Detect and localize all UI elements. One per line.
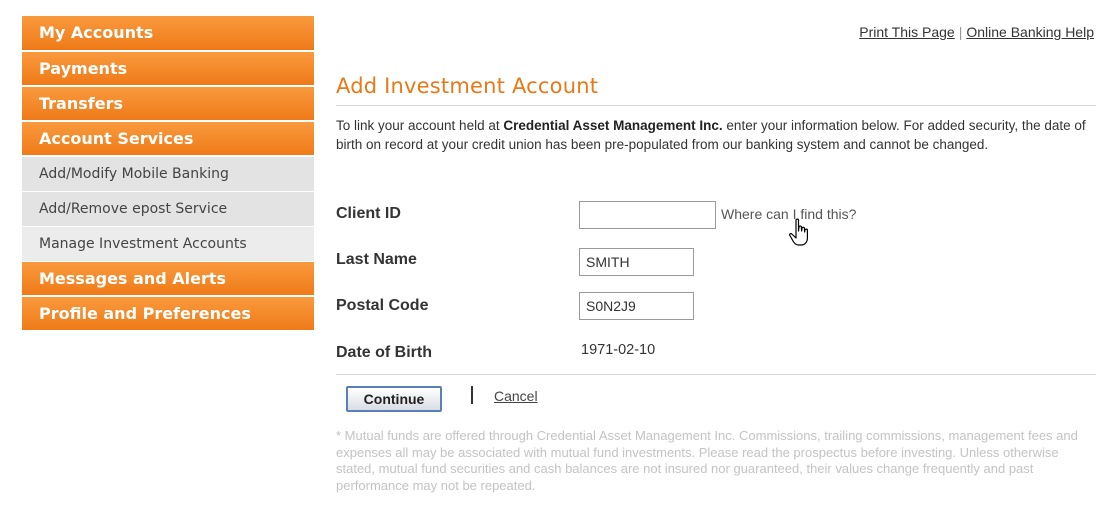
- sidebar-item-account-services[interactable]: Account Services: [22, 122, 314, 155]
- sidebar-subitem-mobile-banking[interactable]: Add/Modify Mobile Banking: [22, 157, 314, 191]
- sidebar-item-messages-alerts[interactable]: Messages and Alerts: [22, 262, 314, 295]
- intro-company-name: Credential Asset Management Inc.: [503, 118, 723, 133]
- sidebar-item-profile-preferences[interactable]: Profile and Preferences: [22, 297, 314, 330]
- top-links-separator: |: [958, 24, 963, 40]
- cancel-link[interactable]: Cancel: [494, 388, 538, 404]
- postal-code-input[interactable]: [579, 292, 694, 320]
- postal-code-label: Postal Code: [336, 297, 429, 314]
- sidebar-item-my-accounts[interactable]: My Accounts: [22, 16, 314, 50]
- intro-prefix: To link your account held at: [336, 118, 504, 133]
- main-content: Add Investment Account To link your acco…: [336, 74, 1096, 493]
- form-divider: [336, 374, 1096, 375]
- mutual-funds-disclaimer: * Mutual funds are offered through Crede…: [336, 428, 1078, 493]
- date-of-birth-value: 1971-02-10: [581, 342, 656, 358]
- sidebar-subitem-epost-service[interactable]: Add/Remove epost Service: [22, 192, 314, 226]
- sidebar-item-payments[interactable]: Payments: [22, 52, 314, 85]
- print-page-link[interactable]: Print This Page: [859, 24, 954, 40]
- continue-button[interactable]: Continue: [346, 386, 442, 412]
- client-id-label: Client ID: [336, 205, 401, 222]
- last-name-label: Last Name: [336, 251, 417, 268]
- intro-text: To link your account held at Credential …: [336, 116, 1096, 154]
- page-title: Add Investment Account: [336, 74, 1096, 106]
- sidebar-item-transfers[interactable]: Transfers: [22, 87, 314, 120]
- online-banking-help-link[interactable]: Online Banking Help: [966, 24, 1094, 40]
- action-separator: [471, 386, 473, 404]
- hand-pointer-icon: [789, 218, 808, 246]
- client-id-input[interactable]: [579, 201, 716, 229]
- date-of-birth-label: Date of Birth: [336, 344, 432, 361]
- last-name-input[interactable]: [579, 248, 694, 276]
- top-links: Print This Page | Online Banking Help: [859, 24, 1094, 40]
- sidebar-subitem-investment-accounts[interactable]: Manage Investment Accounts: [22, 227, 314, 261]
- sidebar-nav: My Accounts Payments Transfers Account S…: [22, 16, 314, 332]
